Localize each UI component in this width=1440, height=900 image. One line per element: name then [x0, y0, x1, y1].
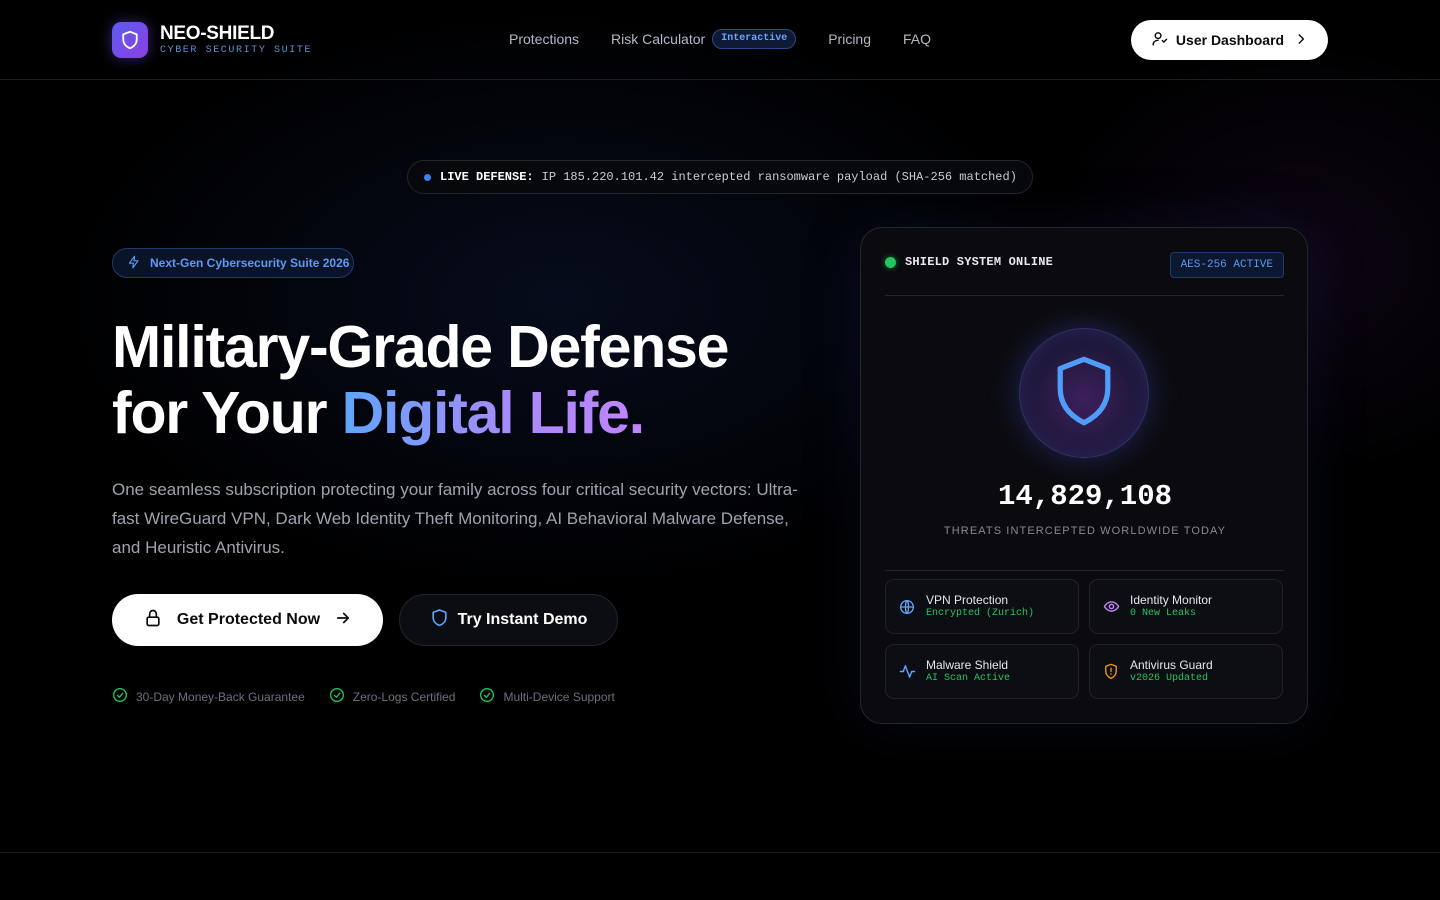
trust-item: Multi-Device Support: [479, 687, 615, 706]
headline-line-2: for Your: [112, 380, 342, 446]
get-protected-button[interactable]: Get Protected Now: [112, 594, 383, 646]
shield-orb: [1019, 328, 1149, 458]
activity-icon: [898, 663, 916, 681]
trust-item: Zero-Logs Certified: [329, 687, 456, 706]
trust-row: 30-Day Money-Back Guarantee Zero-Logs Ce…: [112, 687, 639, 706]
ticker-message: IP 185.220.101.42 intercepted ransomware…: [541, 170, 1017, 184]
nav-link-risk-calculator[interactable]: Risk Calculator Interactive: [611, 29, 797, 49]
landing-page: NEO-SHIELD CYBER SECURITY SUITE Protecti…: [0, 0, 1440, 900]
hero-headline: Military-Grade Defense for Your Digital …: [112, 314, 832, 446]
user-dashboard-label: User Dashboard: [1175, 32, 1285, 48]
brand[interactable]: NEO-SHIELD CYBER SECURITY SUITE: [112, 22, 312, 58]
tile-status: Encrypted (Zurich): [926, 608, 1035, 619]
check-circle-icon: [112, 687, 128, 706]
nav-link-pricing[interactable]: Pricing: [828, 31, 871, 47]
hero-description: One seamless subscription protecting you…: [112, 480, 798, 557]
card-divider: [885, 295, 1284, 296]
tile-name: Malware Shield: [926, 658, 1009, 672]
interactive-badge: Interactive: [712, 29, 797, 49]
threat-counter: 14,829,108: [997, 480, 1173, 513]
brand-tagline: CYBER SECURITY SUITE: [160, 45, 313, 56]
nav-link-label: Risk Calculator: [611, 31, 706, 47]
chevron-right-icon: [1294, 32, 1308, 49]
card-divider: [885, 570, 1284, 571]
shield-icon: [1052, 354, 1116, 433]
tile-name: Identity Monitor: [1130, 593, 1213, 607]
shield-logo-icon: [112, 22, 148, 58]
brand-name: NEO-SHIELD: [160, 23, 275, 44]
globe-icon: [898, 598, 916, 616]
tile-vpn-protection[interactable]: VPN Protection Encrypted (Zurich): [885, 579, 1079, 634]
check-circle-icon: [479, 687, 495, 706]
check-circle-icon: [329, 687, 345, 706]
live-dot-icon: [424, 173, 431, 181]
tile-status: v2026 Updated: [1130, 673, 1209, 684]
ticker-label: LIVE DEFENSE:: [440, 170, 534, 184]
trust-item: 30-Day Money-Back Guarantee: [112, 687, 305, 706]
tile-identity-monitor[interactable]: Identity Monitor 0 New Leaks: [1089, 579, 1283, 634]
shield-icon: [430, 608, 449, 632]
tile-name: VPN Protection: [926, 593, 1009, 607]
eye-icon: [1102, 598, 1120, 616]
user-icon: [1151, 30, 1168, 50]
tile-antivirus-guard[interactable]: Antivirus Guard v2026 Updated: [1089, 644, 1283, 699]
tile-status: AI Scan Active: [926, 673, 1011, 684]
try-demo-button[interactable]: Try Instant Demo: [399, 594, 618, 646]
online-status-dot: [885, 256, 896, 268]
encryption-badge: AES-256 ACTIVE: [1169, 252, 1284, 278]
trust-label: Multi-Device Support: [503, 689, 615, 704]
try-demo-label: Try Instant Demo: [457, 611, 588, 628]
hero-badge-label: Next-Gen Cybersecurity Suite 2026: [150, 256, 350, 270]
nav-link-protections[interactable]: Protections: [509, 31, 579, 47]
arrow-right-icon: [334, 609, 352, 632]
nav-link-faq[interactable]: FAQ: [903, 31, 931, 47]
shield-status-card: SHIELD SYSTEM ONLINE AES-256 ACTIVE 14,8…: [860, 227, 1308, 724]
threat-counter-label: THREATS INTERCEPTED WORLDWIDE TODAY: [943, 525, 1227, 537]
tile-name: Antivirus Guard: [1130, 658, 1213, 672]
user-dashboard-button[interactable]: User Dashboard: [1131, 20, 1328, 60]
get-protected-label: Get Protected Now: [176, 611, 321, 628]
main-nav: Protections Risk Calculator Interactive …: [509, 29, 931, 49]
section-divider: [0, 852, 1440, 853]
live-defense-ticker: LIVE DEFENSE: IP 185.220.101.42 intercep…: [407, 160, 1033, 194]
card-header: SHIELD SYSTEM ONLINE AES-256 ACTIVE: [885, 252, 1284, 278]
top-navbar: NEO-SHIELD CYBER SECURITY SUITE Protecti…: [0, 0, 1440, 80]
trust-label: Zero-Logs Certified: [352, 689, 456, 704]
shield-alert-icon: [1102, 663, 1120, 681]
headline-gradient-text: Digital Life.: [341, 380, 646, 446]
system-status: SHIELD SYSTEM ONLINE: [905, 255, 1054, 269]
tile-malware-shield[interactable]: Malware Shield AI Scan Active: [885, 644, 1079, 699]
lightning-icon: [127, 255, 141, 272]
lock-icon: [143, 608, 163, 633]
trust-label: 30-Day Money-Back Guarantee: [136, 689, 305, 704]
tile-status: 0 New Leaks: [1130, 608, 1197, 619]
hero-badge: Next-Gen Cybersecurity Suite 2026: [112, 248, 354, 278]
headline-line-1: Military-Grade Defense: [112, 314, 729, 380]
